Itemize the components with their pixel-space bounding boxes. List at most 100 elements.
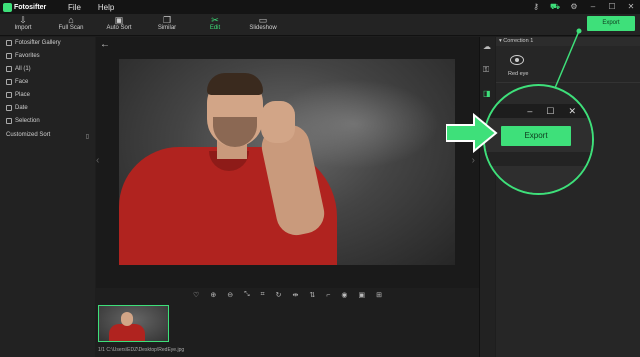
close-icon[interactable]: ✕: [568, 106, 576, 117]
sidebar-item-date[interactable]: Date: [6, 105, 28, 111]
main-photo: [119, 59, 455, 265]
image-viewer: ← ‹ › ♡ ⊕ ⊖ ⤡ ⌗ ↻ ⇹ ⇅ ⌐ ◉ ▣ ⊞ 1/1 C:\Use…: [96, 37, 479, 357]
callout-window-controls: – ☐ ✕: [485, 104, 592, 118]
import-button[interactable]: ⇩ Import: [3, 15, 43, 31]
flip-icon[interactable]: ⇹: [293, 291, 299, 299]
grid-icon: [6, 66, 12, 72]
title-bar: Fotosifter File Help ⚷ ⛟ ⚙ – ☐ ✕: [0, 0, 640, 14]
sidebar-item-selection[interactable]: Selection: [6, 118, 40, 124]
zoom-out-icon[interactable]: ⊖: [227, 291, 233, 299]
sidebar-item-all[interactable]: All (1): [6, 66, 31, 72]
red-eye-icon[interactable]: [510, 55, 524, 65]
import-icon: ⇩: [19, 15, 27, 25]
sidebar-item-label: Place: [15, 92, 31, 98]
zoom-in-icon[interactable]: ⊕: [210, 291, 216, 299]
previous-icon[interactable]: ‹: [96, 155, 99, 166]
import-label: Import: [14, 25, 32, 31]
app-name: Fotosifter: [14, 3, 47, 11]
lock-icon[interactable]: ⚿: [483, 65, 489, 75]
export-button[interactable]: Export: [587, 16, 635, 31]
title-icons: ⚷ ⛟ ⚙ – ☐ ✕: [531, 2, 636, 12]
grid-view-icon[interactable]: ⊞: [376, 291, 382, 299]
compare-icon[interactable]: ⇅: [309, 291, 315, 299]
correction-title: Correction 1: [503, 38, 534, 44]
divider: [496, 82, 640, 83]
adjust-icon[interactable]: ☁: [483, 42, 491, 51]
thumbnail[interactable]: [98, 305, 169, 342]
sidebar-item-label: Favorites: [15, 53, 40, 59]
full-scan-label: Full Scan: [58, 25, 84, 31]
scan-icon: ⌂: [68, 15, 74, 25]
customized-sort-label: Customized Sort: [6, 132, 51, 138]
key-icon[interactable]: ⚷: [531, 2, 541, 12]
correction-icon[interactable]: ◨: [483, 89, 491, 98]
sidebar-item-label: Fotosifter Gallery: [15, 40, 61, 46]
sidebar-item-label: Face: [15, 79, 29, 85]
red-eye-label: Red eye: [508, 71, 529, 77]
settings-icon[interactable]: ⚙: [569, 2, 579, 12]
sidebar-item-place[interactable]: Place: [6, 92, 30, 98]
auto-sort-icon: ▣: [114, 15, 124, 25]
edit-tools-column: ☁ ⚿ ◨: [479, 37, 495, 357]
slideshow-button[interactable]: ▭ Slideshow: [243, 15, 283, 31]
minimize-icon[interactable]: –: [527, 106, 532, 116]
face-icon: [6, 79, 12, 85]
photo-hand: [261, 101, 295, 143]
gallery-icon: [6, 40, 12, 46]
maximize-icon[interactable]: ☐: [546, 106, 554, 117]
sidebar-item-label: Selection: [15, 118, 40, 124]
app-logo: Fotosifter: [0, 2, 62, 12]
edit-icon: ✂: [211, 15, 219, 25]
screen-icon[interactable]: ▣: [358, 291, 365, 299]
full-scan-button[interactable]: ⌂ Full Scan: [51, 15, 91, 31]
calendar-icon: [6, 105, 12, 111]
similar-button[interactable]: ❐ Similar: [147, 15, 187, 31]
photo-hair: [207, 73, 263, 95]
actual-size-icon[interactable]: ⌗: [261, 291, 265, 299]
sidebar-item-gallery[interactable]: Fotosifter Gallery: [6, 40, 61, 46]
sidebar-item-label: All (1): [15, 66, 31, 72]
similar-icon: ❐: [162, 15, 172, 25]
menu-file[interactable]: File: [68, 3, 81, 12]
minimize-icon[interactable]: –: [588, 2, 598, 12]
auto-sort-label: Auto Sort: [106, 25, 132, 31]
main-toolbar: ⇩ Import ⌂ Full Scan ▣ Auto Sort ❐ Simil…: [0, 14, 640, 36]
rotate-icon[interactable]: ↻: [276, 291, 282, 299]
close-icon[interactable]: ✕: [626, 2, 636, 12]
sidebar-item-favorites[interactable]: Favorites: [6, 53, 40, 59]
cart-icon[interactable]: ⛟: [550, 2, 560, 12]
image-tools: ♡ ⊕ ⊖ ⤡ ⌗ ↻ ⇹ ⇅ ⌐ ◉ ▣ ⊞: [96, 288, 479, 302]
correction-panel: ▾ Correction 1 Red eye: [496, 37, 640, 357]
crop-icon[interactable]: ⌐: [326, 292, 330, 299]
callout-strip: [485, 152, 592, 166]
pin-icon[interactable]: ▯: [86, 133, 89, 140]
correction-header[interactable]: ▾ Correction 1: [496, 37, 640, 46]
slideshow-label: Slideshow: [249, 25, 277, 31]
menu-help[interactable]: Help: [98, 3, 114, 12]
heart-icon[interactable]: ♡: [193, 291, 199, 299]
app-window: Fotosifter File Help ⚷ ⛟ ⚙ – ☐ ✕ ⇩ Impor…: [0, 0, 640, 357]
sidebar-item-face[interactable]: Face: [6, 79, 28, 85]
maximize-icon[interactable]: ☐: [607, 2, 617, 12]
magnified-callout: – ☐ ✕ Export: [483, 84, 594, 195]
slideshow-icon: ▭: [258, 15, 268, 25]
file-path: 1/1 C:\Users\EDZ\Desktop\RedEye.jpg: [98, 347, 185, 353]
thumb-icon: [6, 118, 12, 124]
back-arrow-icon[interactable]: ←: [100, 39, 110, 50]
fit-icon[interactable]: ⤡: [244, 291, 250, 299]
next-icon[interactable]: ›: [472, 155, 475, 166]
sidebar: Fotosifter Gallery Favorites All (1) Fac…: [0, 37, 95, 357]
filmstrip: 1/1 C:\Users\EDZ\Desktop\RedEye.jpg: [96, 302, 479, 357]
star-icon: [6, 53, 12, 59]
thumb-head: [121, 312, 133, 326]
export-button-zoomed[interactable]: Export: [501, 126, 571, 146]
similar-label: Similar: [157, 25, 177, 31]
auto-sort-button[interactable]: ▣ Auto Sort: [99, 15, 139, 31]
customized-sort[interactable]: Customized Sort: [6, 132, 50, 138]
logo-icon: [3, 2, 12, 12]
edit-label: Edit: [209, 25, 221, 31]
thumb-shirt: [109, 324, 145, 341]
view-icon[interactable]: ◉: [341, 291, 347, 299]
pointer-arrow-icon: [446, 113, 498, 153]
edit-button[interactable]: ✂ Edit: [195, 15, 235, 31]
